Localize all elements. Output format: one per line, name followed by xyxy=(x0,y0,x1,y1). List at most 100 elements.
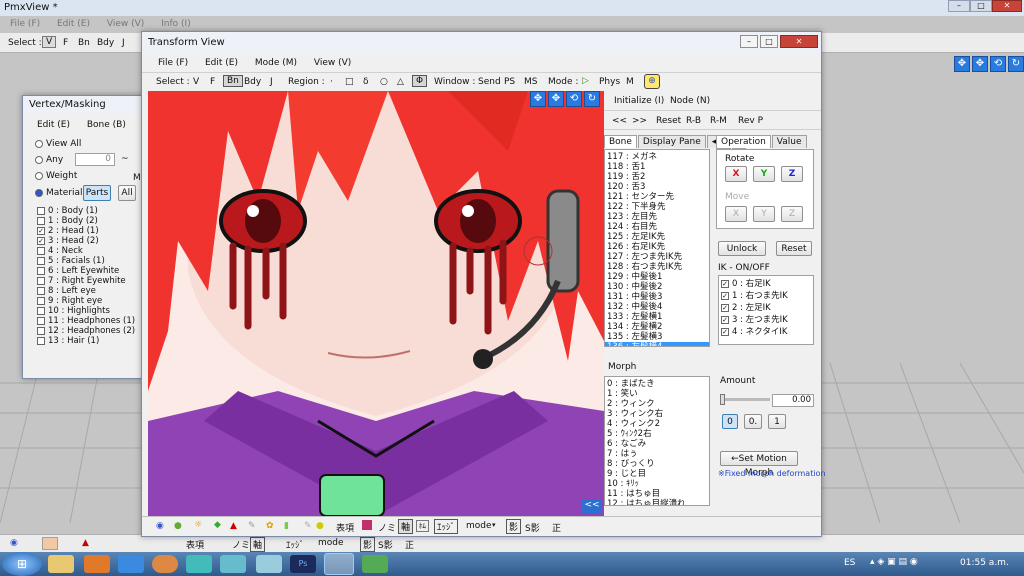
bg-radio-icon[interactable]: ◉ xyxy=(10,538,18,548)
tab-value[interactable]: Value xyxy=(771,135,807,148)
taskbar-chrome-icon[interactable] xyxy=(152,555,178,573)
viewport-refresh-icon[interactable]: ↻ xyxy=(584,91,600,107)
select-v[interactable]: V xyxy=(42,36,57,48)
morph-item[interactable]: 5 : ｳｨﾝｸ2右 xyxy=(605,429,709,439)
maximize-button[interactable]: □ xyxy=(970,0,992,12)
tv-select-j[interactable]: J xyxy=(270,77,273,87)
morph-item[interactable]: 10 : ｷﾘｯ xyxy=(605,479,709,489)
bg-triangle-icon[interactable]: ▲ xyxy=(82,538,89,548)
rotate-z-button[interactable]: Z xyxy=(781,166,803,182)
view-all-radio[interactable]: View All xyxy=(35,139,81,149)
any-radio[interactable]: Any xyxy=(35,155,63,165)
bone-item[interactable]: 131 : 中髪後3 xyxy=(605,292,709,302)
bone-item[interactable]: 134 : 左髪横2 xyxy=(605,322,709,332)
morph-item[interactable]: 2 : ウィンク xyxy=(605,399,709,409)
bone-list[interactable]: 117 : メガネ 118 : 舌1 119 : 舌2 120 : 舌3 121 : セ… xyxy=(604,149,710,347)
node-menu[interactable]: Node (N) xyxy=(670,96,710,106)
taskbar-app3-icon[interactable] xyxy=(256,555,282,573)
amount-0-button[interactable]: 0 xyxy=(722,414,738,429)
material-item[interactable]: 9 : Right eye xyxy=(35,296,139,306)
mode-select[interactable]: mode xyxy=(466,521,492,531)
material-item[interactable]: 4 : Neck xyxy=(35,246,139,256)
brush-icon[interactable]: ✎ xyxy=(304,521,312,531)
next-button[interactable]: >> xyxy=(632,116,647,126)
label-sei[interactable]: 正 xyxy=(552,521,561,534)
taskbar-photoshop-icon[interactable]: Ps xyxy=(290,555,316,573)
bone-item[interactable]: 132 : 中髪後4 xyxy=(605,302,709,312)
bone-item[interactable]: 127 : 左つま先IK先 xyxy=(605,252,709,262)
morph-list[interactable]: 0 : まばたき 1 : 笑い 2 : ウィンク 3 : ウィンク右 4 : ウィンク2… xyxy=(604,376,710,506)
move-xz-icon[interactable]: ✥ xyxy=(972,56,988,72)
material-item[interactable]: 11 : Headphones (1) xyxy=(35,316,139,326)
region-circle[interactable]: ○ xyxy=(380,77,388,87)
tv-select-v[interactable]: V xyxy=(193,77,199,87)
bone-item[interactable]: 123 : 左目先 xyxy=(605,212,709,222)
checkbox-checked-icon[interactable]: ✓ xyxy=(721,327,729,336)
region-lasso[interactable]: δ xyxy=(363,77,369,87)
target-icon[interactable]: ⊕ xyxy=(644,74,660,89)
menu-view[interactable]: View (V) xyxy=(107,19,144,29)
morph-item[interactable]: 11 : はちゅ目 xyxy=(605,489,709,499)
material-item[interactable]: 6 : Left Eyewhite xyxy=(35,266,139,276)
unlock-button[interactable]: Unlock xyxy=(718,241,766,256)
select-j[interactable]: J xyxy=(122,38,125,48)
red-triangle-icon[interactable]: ▲ xyxy=(230,521,237,531)
start-button[interactable]: ⊞ xyxy=(2,552,42,576)
morph-item[interactable]: 7 : はぅ xyxy=(605,449,709,459)
bone-item[interactable]: 120 : 舌3 xyxy=(605,182,709,192)
model-viewport[interactable]: ✥ ✥ ⟲ ↻ xyxy=(148,91,604,516)
bone-item[interactable]: 128 : 右つま先IK先 xyxy=(605,262,709,272)
phys-toggle[interactable]: Phys xyxy=(599,77,620,87)
tab-display-pane[interactable]: Display Pane xyxy=(637,135,706,148)
region-rect[interactable]: □ xyxy=(345,77,354,87)
bone-item[interactable]: 119 : 舌2 xyxy=(605,172,709,182)
label-hyoukou[interactable]: 表項 xyxy=(336,521,354,534)
taskbar-app-icon[interactable] xyxy=(186,555,212,573)
taskbar-pmx-icon[interactable] xyxy=(324,553,354,575)
green-cube-icon[interactable]: ◆ xyxy=(214,520,221,530)
checkbox-checked-icon[interactable]: ✓ xyxy=(721,279,729,288)
vertex-menu-bone[interactable]: Bone (B) xyxy=(87,120,126,130)
reset-button[interactable]: Reset xyxy=(776,241,812,256)
move-y-button[interactable]: Y xyxy=(753,206,775,222)
checkbox-checked-icon[interactable]: ✓ xyxy=(721,291,729,300)
tab-operation[interactable]: Operation xyxy=(716,135,771,148)
material-item[interactable]: ✓ 2 : Head (1) xyxy=(35,226,139,236)
select-f[interactable]: F xyxy=(63,38,68,48)
bone-item[interactable]: 136 : 左髪横4 xyxy=(605,342,709,346)
ik-item[interactable]: ✓ 3 : 左つま先IK xyxy=(719,315,813,327)
checkbox-checked-icon[interactable]: ✓ xyxy=(721,315,729,324)
bg-label-sshadow[interactable]: S影 xyxy=(378,538,393,551)
label-shadow[interactable]: 影 xyxy=(506,519,522,534)
window-ps[interactable]: PS xyxy=(504,77,515,87)
language-indicator[interactable]: ES xyxy=(844,558,855,568)
checkbox-icon[interactable] xyxy=(37,306,45,315)
checkbox-icon[interactable] xyxy=(37,256,45,265)
taskbar-app2-icon[interactable] xyxy=(220,555,246,573)
morph-item[interactable]: 1 : 笑い xyxy=(605,389,709,399)
taskbar-ie-icon[interactable] xyxy=(118,555,144,573)
radio-icon[interactable]: ◉ xyxy=(156,521,164,531)
checkbox-icon[interactable] xyxy=(37,276,45,285)
material-item[interactable]: 1 : Body (2) xyxy=(35,216,139,226)
move-x-button[interactable]: X xyxy=(725,206,747,222)
paint-icon[interactable]: ✿ xyxy=(266,521,274,531)
material-item[interactable]: 0 : Body (1) xyxy=(35,206,139,216)
tab-bone[interactable]: Bone xyxy=(604,135,637,148)
menu-info[interactable]: Info (I) xyxy=(161,19,191,29)
morph-item[interactable]: 9 : じと目 xyxy=(605,469,709,479)
minimize-button[interactable]: – xyxy=(948,0,970,12)
edit-pen-icon[interactable]: ✎ xyxy=(248,521,256,531)
tv-menu-edit[interactable]: Edit (E) xyxy=(205,58,238,68)
clock[interactable]: 01:55 a.m. xyxy=(960,558,1009,568)
bone-item[interactable]: 125 : 左足IK先 xyxy=(605,232,709,242)
green-dot-icon[interactable]: ● xyxy=(174,521,182,531)
checkbox-icon[interactable] xyxy=(37,316,45,325)
move-z-button[interactable]: Z xyxy=(781,206,803,222)
checkbox-icon[interactable] xyxy=(37,326,45,335)
material-radio[interactable]: Material xyxy=(35,188,83,198)
prev-button[interactable]: << xyxy=(612,116,627,126)
bg-mode-select[interactable]: mode xyxy=(318,538,344,548)
bone-item[interactable]: 129 : 中髪後1 xyxy=(605,272,709,282)
light-icon[interactable]: ▮ xyxy=(284,521,289,531)
